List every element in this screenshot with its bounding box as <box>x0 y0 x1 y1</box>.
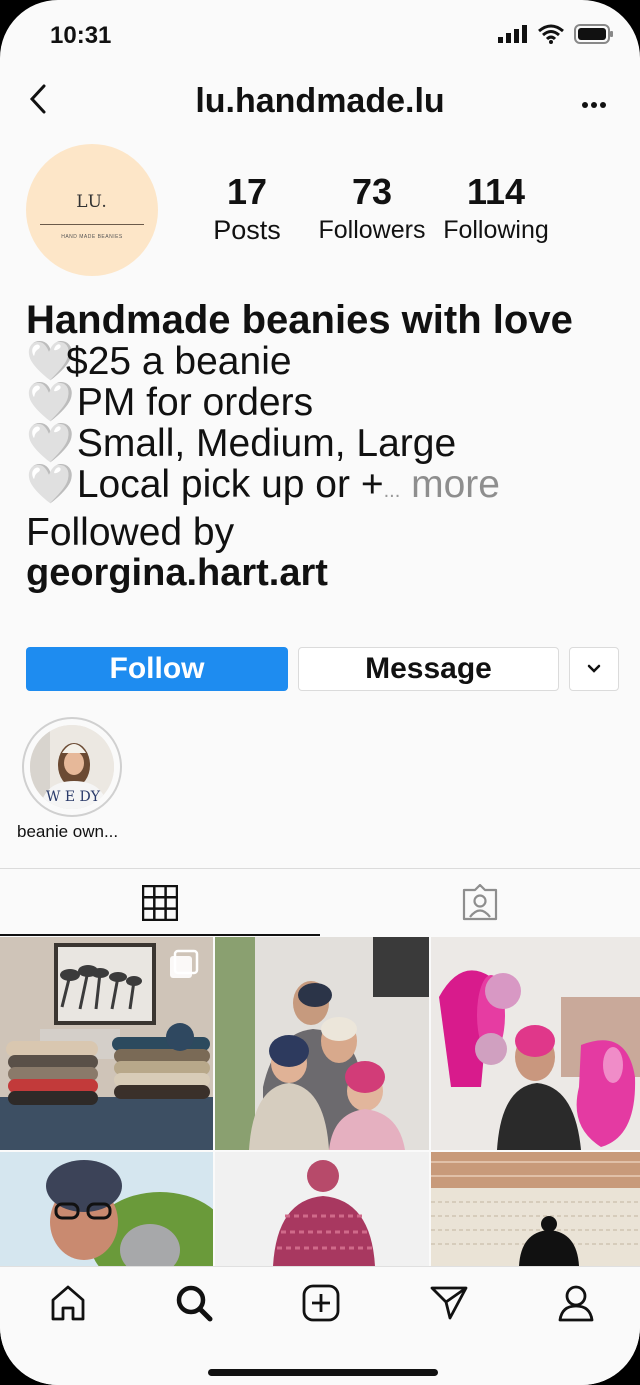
svg-text:W E DY: W E DY <box>46 789 101 805</box>
status-time: 10:31 <box>50 22 112 49</box>
post-thumbnail[interactable] <box>215 1152 429 1266</box>
home-indicator <box>208 1369 438 1376</box>
search-icon <box>176 1285 213 1322</box>
nav-direct[interactable] <box>419 1281 479 1325</box>
stat-posts-label: Posts <box>213 215 281 245</box>
nav-profile[interactable] <box>546 1281 606 1325</box>
wifi-icon <box>538 24 564 44</box>
phone-screen: 10:31 lu.handmade.lu LU. HAND MADE BEANI… <box>0 0 640 1385</box>
home-icon <box>51 1285 85 1321</box>
stat-following-value: 114 <box>466 171 526 212</box>
post-thumbnail[interactable] <box>431 1152 640 1266</box>
bio-line: 🤍$25 a beanie <box>26 340 292 383</box>
profile-username: lu.handmade.lu <box>195 82 445 120</box>
heart-icon: 🤍 <box>26 422 75 465</box>
heart-icon: 🤍 <box>26 340 75 383</box>
nav-home[interactable] <box>38 1281 98 1325</box>
stat-posts-value: 17 <box>226 171 268 212</box>
more-options-button[interactable] <box>582 96 606 114</box>
post-thumbnail[interactable] <box>431 937 640 1150</box>
status-bar: 10:31 <box>0 0 640 72</box>
highlight-thumbnail: W E DY <box>30 725 114 809</box>
stat-posts[interactable]: 17 Posts <box>204 172 290 248</box>
stat-followers[interactable]: 73 Followers <box>314 172 430 248</box>
battery-icon <box>574 24 613 44</box>
stat-followers-value: 73 <box>351 171 393 212</box>
post-thumbnail[interactable] <box>215 937 429 1150</box>
profile-header: lu.handmade.lu <box>0 74 640 130</box>
more-icon <box>582 102 606 108</box>
bio-line: 🤍 Local pick up or +... more <box>26 463 500 506</box>
story-highlight[interactable]: W E DY <box>22 717 122 817</box>
heart-icon: 🤍 <box>26 463 75 506</box>
followed-by-label: Followed by <box>26 511 235 554</box>
suggested-dropdown-button[interactable] <box>569 647 619 691</box>
heart-icon: 🤍 <box>26 381 75 424</box>
bio-name: Handmade beanies with love <box>26 298 573 342</box>
bio-ellipsis: ... <box>383 480 401 502</box>
new-post-icon <box>302 1284 340 1322</box>
tab-tagged[interactable] <box>320 870 640 936</box>
active-tab-indicator <box>0 934 320 936</box>
profile-avatar[interactable]: LU. HAND MADE BEANIES <box>26 144 158 276</box>
tab-posts-grid[interactable] <box>0 870 320 936</box>
stat-following-label: Following <box>443 216 549 244</box>
direct-icon <box>430 1286 468 1320</box>
grid-icon <box>142 885 178 921</box>
nav-new-post[interactable] <box>291 1281 351 1325</box>
profile-icon <box>558 1285 594 1322</box>
stat-followers-label: Followers <box>318 216 426 244</box>
message-button[interactable]: Message <box>298 647 559 691</box>
bio-line: 🤍 Small, Medium, Large <box>26 422 457 465</box>
signal-icon <box>498 25 527 43</box>
highlight-label: beanie own... <box>17 822 119 841</box>
bio-more-link[interactable]: more <box>411 463 500 506</box>
post-thumbnail[interactable] <box>0 937 213 1150</box>
follow-button[interactable]: Follow <box>26 647 288 691</box>
bio-line: 🤍 PM for orders <box>26 381 314 424</box>
avatar-logo-text: LU. <box>76 192 108 212</box>
profile-bio: Handmade beanies with love 🤍$25 a beanie… <box>26 298 620 594</box>
avatar-logo-divider <box>40 224 144 225</box>
avatar-logo-subtext: HAND MADE BEANIES <box>61 234 123 240</box>
bottom-tab-bar <box>0 1266 640 1385</box>
section-divider <box>0 868 640 869</box>
followed-by-user[interactable]: georgina.hart.art <box>26 553 620 593</box>
status-icons <box>498 24 614 44</box>
tagged-icon <box>462 884 498 921</box>
post-thumbnail[interactable] <box>0 1152 213 1266</box>
stat-following[interactable]: 114 Following <box>438 172 554 248</box>
chevron-down-icon <box>587 664 601 673</box>
nav-search[interactable] <box>164 1281 224 1325</box>
